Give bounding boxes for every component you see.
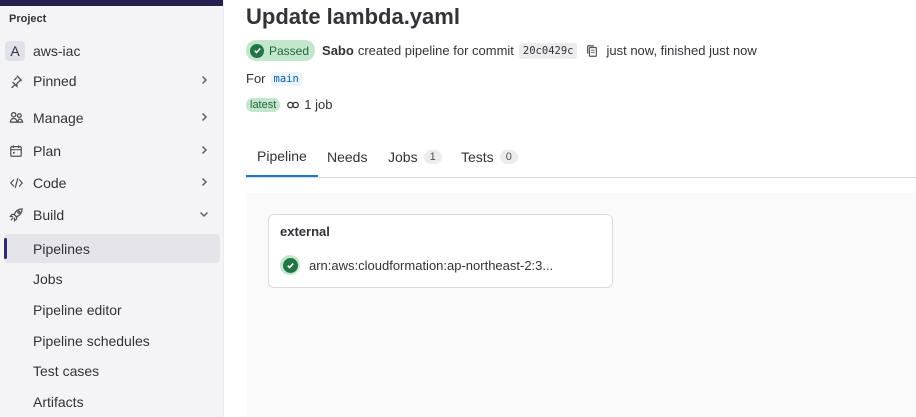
sidebar-subitem-label: Jobs xyxy=(33,270,63,287)
sidebar-item-label: Manage xyxy=(33,109,84,126)
tab-needs[interactable]: Needs xyxy=(327,137,367,177)
tab-count: 0 xyxy=(499,150,518,164)
tab-tests[interactable]: Tests 0 xyxy=(461,137,518,177)
tab-label: Tests xyxy=(461,149,494,165)
chevron-right-icon xyxy=(201,145,208,155)
sidebar-item-label: Code xyxy=(33,174,67,191)
copy-icon[interactable] xyxy=(585,44,599,58)
sidebar-subitem-label: Pipelines xyxy=(33,240,90,257)
created-text: created pipeline for commit xyxy=(357,43,514,58)
pipeline-graph: external arn:aws:cloudformation:ap-north… xyxy=(246,193,916,417)
page-title: Update lambda.yaml xyxy=(246,4,460,29)
sidebar-top-bar xyxy=(0,0,223,6)
sidebar-subitem-label: Pipeline editor xyxy=(33,301,122,318)
jobs-count: 1 job xyxy=(304,97,333,112)
tab-label: Pipeline xyxy=(257,148,307,164)
author-link[interactable]: Sabo xyxy=(322,43,354,58)
pipeline-meta: Passed Sabo created pipeline for commit … xyxy=(246,40,757,61)
sidebar-subitem-artifacts[interactable]: Artifacts xyxy=(4,387,220,416)
check-circle-icon xyxy=(250,43,264,58)
sidebar: Project A aws-iac Pinned Manage Plan Cod… xyxy=(0,0,224,417)
rocket-icon xyxy=(8,207,24,223)
sidebar-subitem-label: Test cases xyxy=(33,362,100,379)
job-status-icon xyxy=(280,255,300,275)
sidebar-section-title: Project xyxy=(9,13,47,25)
sidebar-item-build[interactable]: Build xyxy=(4,200,220,229)
project-avatar: A xyxy=(5,41,25,61)
pipeline-tabs: Pipeline Needs Jobs 1 Tests 0 xyxy=(246,137,916,178)
sidebar-subitem-pipeline-schedules[interactable]: Pipeline schedules xyxy=(4,326,220,355)
chevron-right-icon xyxy=(201,112,208,122)
sidebar-item-label: Build xyxy=(33,206,65,223)
stage-card: external arn:aws:cloudformation:ap-north… xyxy=(268,214,613,288)
sidebar-item-code[interactable]: Code xyxy=(4,168,220,197)
project-name: aws-iac xyxy=(33,43,81,59)
for-label: For xyxy=(246,71,266,86)
code-icon xyxy=(8,175,24,191)
ref-line: For main xyxy=(246,71,302,86)
chevron-down-icon xyxy=(199,211,209,218)
branch-link[interactable]: main xyxy=(270,71,302,86)
sidebar-item-plan[interactable]: Plan xyxy=(4,136,220,165)
sidebar-subitem-label: Artifacts xyxy=(33,393,84,410)
latest-badge: latest xyxy=(246,97,281,112)
app-root: Project A aws-iac Pinned Manage Plan Cod… xyxy=(0,0,916,417)
chevron-right-icon xyxy=(201,177,208,187)
status-label: Passed xyxy=(269,43,310,58)
sidebar-item-label: Plan xyxy=(33,142,62,159)
job-item[interactable]: arn:aws:cloudformation:ap-northeast-2:3.… xyxy=(280,255,553,275)
pin-icon xyxy=(8,73,24,89)
calendar-icon xyxy=(8,143,24,159)
time-text: just now, finished just now xyxy=(606,43,757,58)
status-badge[interactable]: Passed xyxy=(246,40,316,61)
sidebar-subitem-pipelines[interactable]: Pipelines xyxy=(4,234,220,263)
stage-title: external xyxy=(280,224,330,239)
job-name: arn:aws:cloudformation:ap-northeast-2:3.… xyxy=(309,257,554,273)
pipeline-badges: latest 1 job xyxy=(246,97,333,112)
sidebar-item-pinned[interactable]: Pinned xyxy=(4,66,220,95)
tab-label: Jobs xyxy=(388,149,418,165)
sidebar-item-manage[interactable]: Manage xyxy=(4,103,220,132)
chevron-right-icon xyxy=(201,75,208,85)
project-link[interactable]: A aws-iac xyxy=(5,39,80,63)
tab-jobs[interactable]: Jobs 1 xyxy=(388,137,442,177)
tab-count: 1 xyxy=(423,150,442,164)
users-icon xyxy=(8,110,24,126)
commit-sha-link[interactable]: 20c0429c xyxy=(518,42,578,59)
pipeline-jobs-icon xyxy=(287,101,300,108)
sidebar-item-label: Pinned xyxy=(33,72,77,89)
tab-pipeline[interactable]: Pipeline xyxy=(246,137,318,177)
sidebar-subitem-jobs[interactable]: Jobs xyxy=(4,264,220,293)
sidebar-subitem-pipeline-editor[interactable]: Pipeline editor xyxy=(4,295,220,324)
tab-label: Needs xyxy=(327,149,368,165)
sidebar-subitem-label: Pipeline schedules xyxy=(33,332,150,349)
main-content: Update lambda.yaml Passed Sabo created p… xyxy=(224,0,916,417)
sidebar-subitem-test-cases[interactable]: Test cases xyxy=(4,356,220,385)
